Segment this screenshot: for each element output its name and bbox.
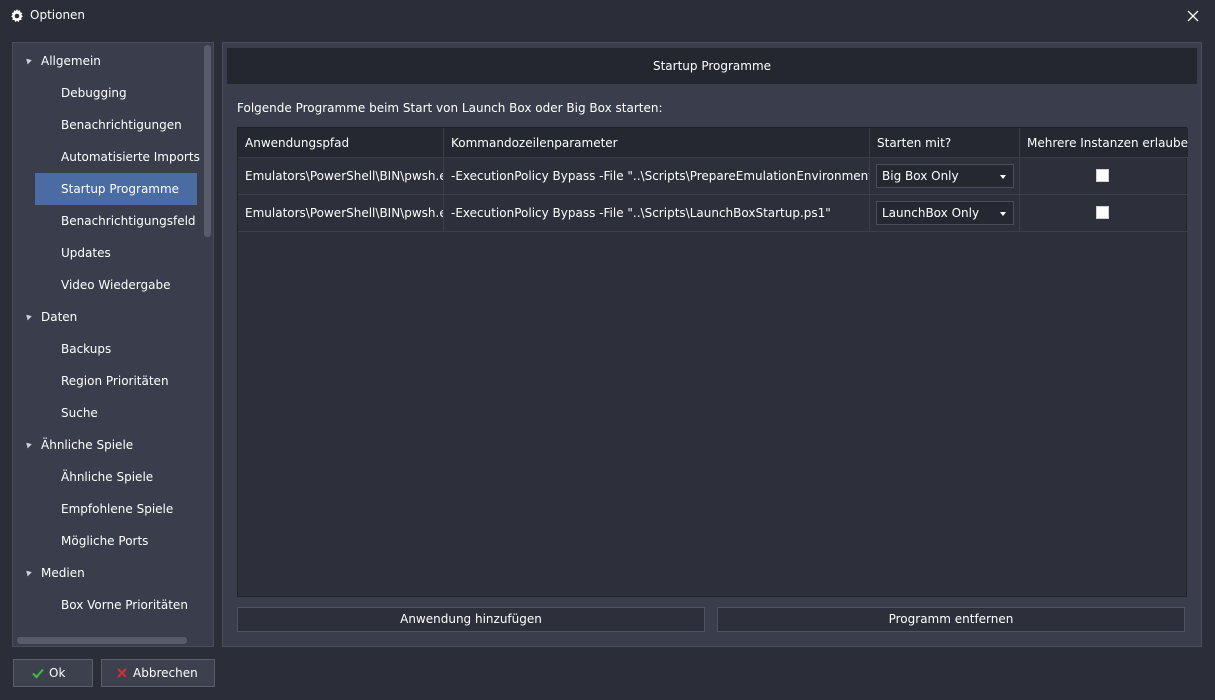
panel-header: Startup Programme <box>227 48 1197 84</box>
table-row-2-start-with-cell: LaunchBox Only <box>870 195 1020 232</box>
tree-group-medien[interactable]: Medien <box>21 557 85 589</box>
settings-panel: Startup Programme Folgende Programme bei… <box>222 42 1202 647</box>
add-application-button[interactable]: Anwendung hinzufügen <box>237 607 705 632</box>
tree-item-suche[interactable]: Suche <box>35 397 197 429</box>
tree-item-region-prioritaeten[interactable]: Region Prioritäten <box>35 365 197 397</box>
tree-item-backups[interactable]: Backups <box>35 333 197 365</box>
column-header-multiple-instances[interactable]: Mehrere Instanzen erlauben? <box>1020 128 1188 158</box>
tree-group-allgemein[interactable]: Allgemein <box>21 45 101 77</box>
multiple-instances-checkbox[interactable] <box>1096 169 1109 182</box>
tree-item-moegliche-ports[interactable]: Mögliche Ports <box>35 525 197 557</box>
expanded-triangle-icon[interactable] <box>24 312 32 321</box>
table-row-1-start-with-cell: Big Box Only <box>870 158 1020 195</box>
tree-group-aehnliche-spiele[interactable]: Ähnliche Spiele <box>21 429 133 461</box>
cancel-button[interactable]: Abbrechen <box>101 659 215 687</box>
ok-button[interactable]: Ok <box>13 659 93 687</box>
table-row-2-path[interactable]: Emulators\PowerShell\BIN\pwsh.exe <box>238 195 444 232</box>
column-header-params[interactable]: Kommandozeilenparameter <box>444 128 870 158</box>
expanded-triangle-icon[interactable] <box>24 568 32 577</box>
tree-item-aehnliche-spiele[interactable]: Ähnliche Spiele <box>35 461 197 493</box>
table-row-2-params[interactable]: -ExecutionPolicy Bypass -File "..\Script… <box>444 195 870 232</box>
vertical-scrollbar[interactable] <box>204 45 211 237</box>
tree-item-updates[interactable]: Updates <box>35 237 197 269</box>
start-with-dropdown[interactable]: Big Box Only <box>876 164 1014 188</box>
start-with-dropdown[interactable]: LaunchBox Only <box>876 201 1014 225</box>
tree-item-benachrichtigungen[interactable]: Benachrichtigungen <box>35 109 197 141</box>
panel-description: Folgende Programme beim Start von Launch… <box>237 101 663 115</box>
cross-icon <box>117 668 127 678</box>
startup-programs-table: Anwendungspfad Kommandozeilenparameter S… <box>237 127 1188 597</box>
tree-item-empfohlene-spiele[interactable]: Empfohlene Spiele <box>35 493 197 525</box>
expanded-triangle-icon[interactable] <box>24 56 32 65</box>
tree-item-benachrichtigungsfeld[interactable]: Benachrichtigungsfeld <box>35 205 197 237</box>
horizontal-scrollbar[interactable] <box>17 637 187 644</box>
tree-group-daten[interactable]: Daten <box>21 301 77 333</box>
column-header-path[interactable]: Anwendungspfad <box>238 128 444 158</box>
table-row-2-instances-cell <box>1020 195 1188 232</box>
column-header-start-with[interactable]: Starten mit? <box>870 128 1020 158</box>
table-row-1-params[interactable]: -ExecutionPolicy Bypass -File "..\Script… <box>444 158 870 195</box>
title-bar: Optionen <box>0 0 1215 32</box>
dropdown-arrow-icon <box>1000 175 1006 179</box>
tree-item-debugging[interactable]: Debugging <box>35 77 197 109</box>
multiple-instances-checkbox[interactable] <box>1096 206 1109 219</box>
dropdown-arrow-icon <box>1000 212 1006 216</box>
checkmark-icon <box>32 668 44 679</box>
tree-item-automatisierte-imports[interactable]: Automatisierte Imports <box>35 141 200 173</box>
tree-item-startup-programme[interactable]: Startup Programme <box>35 173 197 205</box>
table-row-1-instances-cell <box>1020 158 1188 195</box>
expanded-triangle-icon[interactable] <box>24 440 32 449</box>
gear-icon <box>11 9 23 22</box>
options-tree: Allgemein Debugging Benachrichtigungen A… <box>12 42 214 647</box>
window-title: Optionen <box>30 8 86 22</box>
close-icon[interactable] <box>1185 8 1201 24</box>
table-row-1-path[interactable]: Emulators\PowerShell\BIN\pwsh.exe <box>238 158 444 195</box>
tree-item-video-wiedergabe[interactable]: Video Wiedergabe <box>35 269 197 301</box>
remove-program-button[interactable]: Programm entfernen <box>717 607 1185 632</box>
tree-item-box-vorne-prioritaeten[interactable]: Box Vorne Prioritäten <box>35 589 197 621</box>
